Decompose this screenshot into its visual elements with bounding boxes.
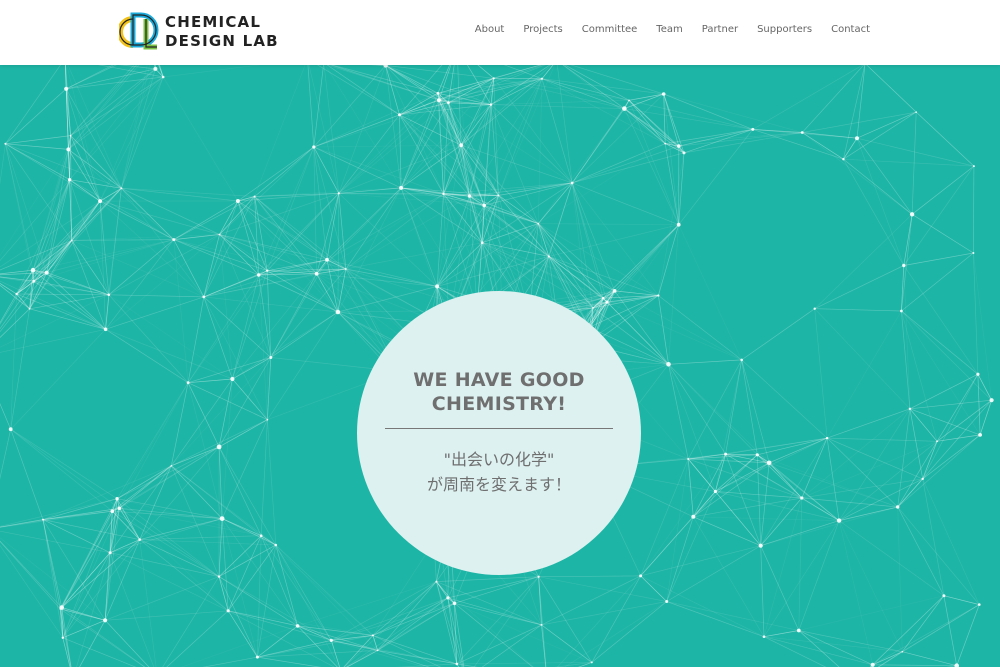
nav-partner[interactable]: Partner bbox=[702, 24, 738, 35]
hero-headline: WE HAVE GOOD CHEMISTRY! bbox=[374, 368, 624, 416]
logo-line-2: DESIGN LAB bbox=[165, 32, 279, 50]
nav-committee[interactable]: Committee bbox=[582, 24, 638, 35]
hero-subtitle-line-1: "出会いの化学" bbox=[443, 450, 555, 469]
nav-team[interactable]: Team bbox=[656, 24, 682, 35]
nav-supporters[interactable]: Supporters bbox=[757, 24, 812, 35]
hero-subtitle-line-2: が周南を変えます！ bbox=[426, 475, 571, 494]
site-logo[interactable]: CHEMICAL DESIGN LAB bbox=[119, 11, 279, 53]
logo-line-1: CHEMICAL bbox=[165, 13, 262, 31]
nav-contact[interactable]: Contact bbox=[831, 24, 870, 35]
hero-section: WE HAVE GOOD CHEMISTRY! "出会いの化学" が周南を変えま… bbox=[0, 65, 1000, 667]
nav-about[interactable]: About bbox=[475, 24, 505, 35]
hero-circle: WE HAVE GOOD CHEMISTRY! "出会いの化学" が周南を変えま… bbox=[357, 291, 641, 575]
hero-divider bbox=[385, 428, 613, 429]
logo-wordmark: CHEMICAL DESIGN LAB bbox=[165, 13, 279, 51]
main-nav: About Projects Committee Team Partner Su… bbox=[475, 24, 870, 35]
hero-subtitle: "出会いの化学" が周南を変えます！ bbox=[379, 447, 619, 497]
hero-headline-line-1: WE HAVE GOOD bbox=[413, 369, 585, 391]
hero-headline-line-2: CHEMISTRY! bbox=[431, 393, 567, 415]
cdl-logo-icon bbox=[119, 12, 159, 50]
site-header: CHEMICAL DESIGN LAB About Projects Commi… bbox=[0, 0, 1000, 65]
nav-projects[interactable]: Projects bbox=[523, 24, 562, 35]
